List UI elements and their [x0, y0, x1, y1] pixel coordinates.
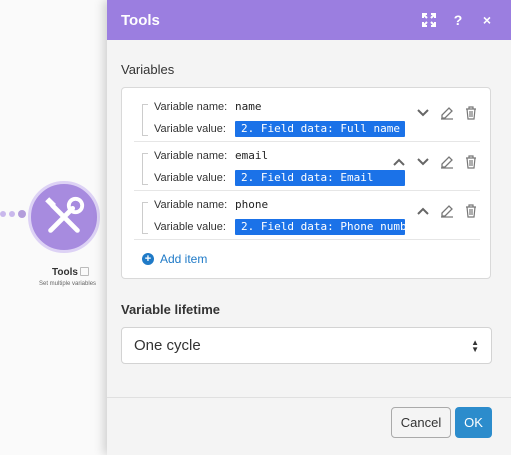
variable-value-token[interactable]: 2. Field data: Phone number — [235, 219, 405, 235]
delete-icon[interactable] — [462, 202, 480, 220]
tools-icon — [45, 196, 85, 233]
variable-name-input[interactable]: name — [235, 100, 262, 113]
variable-name-label: Variable name: — [154, 150, 228, 162]
connector-dots — [0, 210, 26, 218]
item-actions — [414, 104, 480, 122]
module-settings-dialog: Tools ? × Variables Variable name: name … — [107, 0, 511, 455]
variables-label: Variables — [121, 62, 175, 77]
variable-name-label: Variable name: — [154, 199, 228, 211]
item-actions — [414, 202, 480, 220]
plus-icon: + — [142, 253, 154, 265]
fullscreen-icon[interactable] — [419, 10, 439, 30]
ok-button[interactable]: OK — [455, 407, 492, 438]
variable-value-token[interactable]: 2. Field data: Full name — [235, 121, 405, 137]
dialog-footer: Cancel OK — [107, 397, 511, 455]
item-bracket — [142, 153, 148, 185]
tools-module[interactable] — [28, 181, 100, 253]
move-down-icon[interactable] — [414, 104, 432, 122]
variable-lifetime-label: Variable lifetime — [121, 302, 220, 317]
edit-icon[interactable] — [438, 153, 456, 171]
dialog-header: Tools ? × — [107, 0, 511, 40]
help-icon[interactable]: ? — [448, 10, 468, 30]
cancel-button[interactable]: Cancel — [391, 407, 451, 438]
module-subtitle: Set multiple variables — [39, 281, 97, 287]
variable-name-label: Variable name: — [154, 101, 228, 113]
module-name: Tools — [52, 267, 78, 278]
variable-value-label: Variable value: — [154, 123, 226, 135]
delete-icon[interactable] — [462, 153, 480, 171]
edit-icon[interactable] — [438, 202, 456, 220]
item-bracket — [142, 202, 148, 234]
variable-lifetime-value: One cycle — [134, 337, 201, 354]
variable-value-label: Variable value: — [154, 172, 226, 184]
dialog-title: Tools — [121, 11, 160, 29]
add-item-button[interactable]: + Add item — [142, 252, 207, 266]
edit-icon[interactable] — [438, 104, 456, 122]
variable-item: Variable name: email Variable value: 2. … — [134, 143, 480, 191]
move-up-icon[interactable] — [390, 153, 408, 171]
variable-item: Variable name: phone Variable value: 2. … — [134, 192, 480, 240]
variable-name-input[interactable]: email — [235, 149, 268, 162]
move-up-icon[interactable] — [414, 202, 432, 220]
variables-list: Variable name: name Variable value: 2. F… — [121, 87, 491, 279]
variable-lifetime-select[interactable]: One cycle ▲ ▼ — [121, 327, 492, 364]
move-down-icon[interactable] — [414, 153, 432, 171]
module-id-badge — [80, 267, 89, 276]
add-item-label: Add item — [160, 252, 208, 266]
variable-value-label: Variable value: — [154, 221, 226, 233]
variable-name-input[interactable]: phone — [235, 198, 268, 211]
item-actions — [390, 153, 480, 171]
item-bracket — [142, 104, 148, 136]
variable-item: Variable name: name Variable value: 2. F… — [134, 94, 480, 142]
variable-value-token[interactable]: 2. Field data: Email — [235, 170, 405, 186]
sort-arrows-icon: ▲ ▼ — [471, 337, 479, 354]
delete-icon[interactable] — [462, 104, 480, 122]
close-icon[interactable]: × — [477, 10, 497, 30]
